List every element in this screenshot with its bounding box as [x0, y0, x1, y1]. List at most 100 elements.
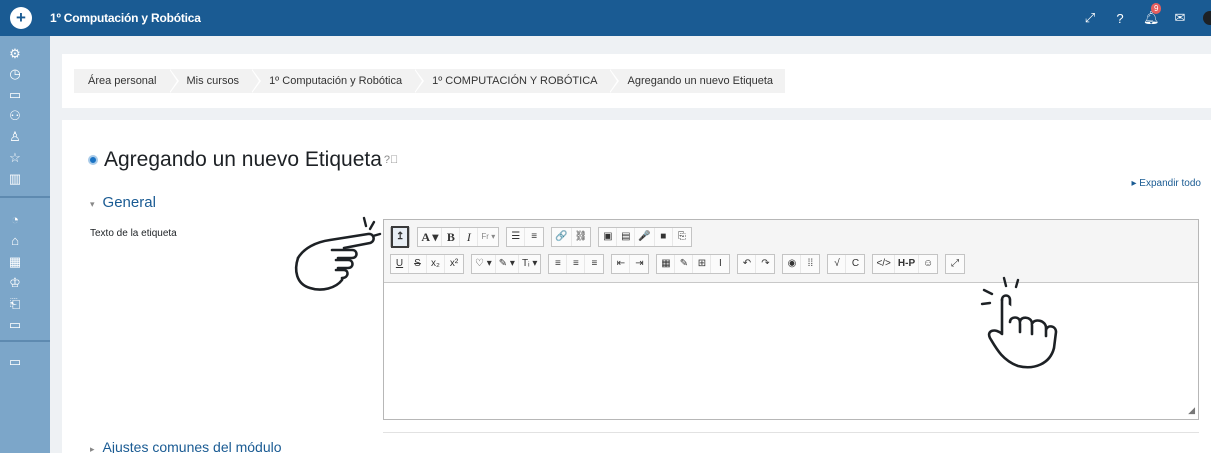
toolbar-group: ↶ ↷: [737, 254, 776, 274]
help-icon[interactable]: ?⃝: [384, 154, 398, 166]
unlink-button[interactable]: ⛓: [572, 228, 591, 246]
toolbar-group: ☰ ≡: [506, 227, 545, 247]
sidebar-folder2-icon[interactable]: ▭: [0, 315, 40, 335]
toolbar-group: ≡ ≡ ≡: [548, 254, 605, 274]
expand-all-link[interactable]: ▸ Expandir todo: [1131, 178, 1201, 189]
bold-button[interactable]: B: [442, 228, 461, 246]
font-family-button[interactable]: Fr ▾: [478, 228, 498, 246]
clear-formatting-button[interactable]: I: [711, 255, 729, 273]
section-divider: [383, 432, 1199, 433]
sidebar-users-icon[interactable]: ⚇: [0, 106, 40, 126]
breadcrumb: Área personal Mis cursos 1º Computación …: [74, 69, 786, 93]
equation-button[interactable]: ▦: [657, 255, 676, 273]
link-button[interactable]: 🔗: [552, 228, 572, 246]
record-video-button[interactable]: ■: [655, 228, 673, 246]
sidebar-star-icon[interactable]: ☆: [0, 148, 40, 168]
sidebar-files-icon[interactable]: ⎗: [0, 294, 40, 314]
show-more-buttons-button[interactable]: ↥: [391, 226, 410, 248]
add-icon[interactable]: +: [10, 7, 32, 29]
toolbar-group: A ▾ B I Fr ▾: [417, 227, 500, 247]
atto-editor: ↥ A ▾ B I Fr ▾ ☰ ≡ 🔗 ⛓ ▣ ▤ 🎤 ■ ⎘ U S x₂ …: [383, 219, 1199, 420]
toolbar-row-1: ↥ A ▾ B I Fr ▾ ☰ ≡ 🔗 ⛓ ▣ ▤ 🎤 ■ ⎘: [390, 226, 699, 248]
math-button[interactable]: √: [828, 255, 847, 273]
background-color-button[interactable]: ♡ ▾: [472, 255, 496, 273]
toolbar-group: ▣ ▤ 🎤 ■ ⎘: [598, 227, 692, 247]
align-center-button[interactable]: ≡: [567, 255, 586, 273]
toolbar-group: 🔗 ⛓: [551, 227, 592, 247]
sidebar-separator: [0, 196, 50, 198]
toolbar-group: ⤢: [945, 254, 966, 274]
field-label: Texto de la etiqueta: [90, 228, 177, 239]
sidebar-badge-icon[interactable]: ♙: [0, 127, 40, 147]
expand-icon[interactable]: ⤢: [1083, 10, 1097, 26]
sidebar-clock-icon[interactable]: ◷: [0, 64, 40, 84]
accessibility-checker-button[interactable]: ◉: [783, 255, 802, 273]
italic-button[interactable]: I: [460, 228, 479, 246]
toolbar-group: ◉ ⁞⁞: [782, 254, 821, 274]
breadcrumb-item[interactable]: Área personal: [74, 69, 178, 93]
section-common-toggle[interactable]: ▸ Ajustes comunes del módulo: [90, 439, 282, 453]
underline-button[interactable]: U: [391, 255, 409, 273]
help-icon[interactable]: ?: [1113, 11, 1127, 26]
sidebar-folder-icon[interactable]: ▭: [0, 85, 40, 105]
record-audio-button[interactable]: 🎤: [635, 228, 655, 246]
top-icons: ⤢ ? 🔔︎ 9 ✉: [1083, 0, 1211, 36]
sidebar-calendar-icon[interactable]: ▦: [0, 252, 40, 272]
table-button[interactable]: ⊞: [693, 255, 712, 273]
sidebar-dashboard-icon[interactable]: ◔: [0, 210, 40, 230]
screenreader-helper-button[interactable]: ⁞⁞: [801, 255, 819, 273]
toolbar-group: </> H-P ☺: [872, 254, 939, 274]
strikethrough-button[interactable]: S: [409, 255, 427, 273]
envelope-icon[interactable]: ✉: [1173, 10, 1187, 26]
redo-button[interactable]: ↷: [756, 255, 774, 273]
expand-all-label: Expandir todo: [1139, 178, 1201, 189]
toolbar-group: U S x₂ x²: [390, 254, 464, 274]
manage-files-button[interactable]: ⎘: [673, 228, 691, 246]
section-general-label: General: [102, 194, 156, 211]
toolbar-group: √ C: [827, 254, 866, 274]
image-button[interactable]: ▣: [599, 228, 618, 246]
editor-toolbar: ↥ A ▾ B I Fr ▾ ☰ ≡ 🔗 ⛓ ▣ ▤ 🎤 ■ ⎘ U S x₂ …: [384, 220, 1198, 283]
resize-handle-icon[interactable]: ◢: [1188, 405, 1195, 416]
sidebar-home-icon[interactable]: ⌂: [0, 231, 40, 251]
chemistry-button[interactable]: C: [846, 255, 864, 273]
undo-button[interactable]: ↶: [738, 255, 757, 273]
font-size-button[interactable]: Tᵢ ▾: [519, 255, 540, 273]
indent-button[interactable]: ⇥: [630, 255, 648, 273]
html-source-button[interactable]: </>: [873, 255, 895, 273]
section-general-toggle[interactable]: ▾ General: [90, 194, 156, 211]
ordered-list-button[interactable]: ≡: [525, 228, 543, 246]
breadcrumb-item[interactable]: Mis cursos: [168, 69, 261, 93]
subscript-button[interactable]: x₂: [427, 255, 445, 273]
edit-button[interactable]: ✎: [675, 255, 694, 273]
breadcrumb-item-current: Agregando un nuevo Etiqueta: [609, 69, 786, 93]
toolbar-group: ♡ ▾ ✎ ▾ Tᵢ ▾: [471, 254, 542, 274]
media-button[interactable]: ▤: [617, 228, 636, 246]
emoji-button[interactable]: ☺: [919, 255, 937, 273]
breadcrumb-item[interactable]: 1º COMPUTACIÓN Y ROBÓTICA: [414, 69, 620, 93]
page-title-text: Agregando un nuevo Etiqueta: [104, 148, 382, 171]
superscript-button[interactable]: x²: [445, 255, 463, 273]
bell-icon[interactable]: 🔔︎ 9: [1143, 3, 1162, 26]
sidebar-graduation-icon[interactable]: ♔: [0, 273, 40, 293]
breadcrumb-item[interactable]: 1º Computación y Robótica: [251, 69, 425, 93]
sidebar-gear-icon[interactable]: ⚙: [0, 44, 40, 64]
outdent-button[interactable]: ⇤: [612, 255, 631, 273]
editor-content-area[interactable]: [384, 283, 1198, 419]
text-color-button[interactable]: ✎ ▾: [496, 255, 519, 273]
avatar[interactable]: [1203, 11, 1211, 25]
fullscreen-button[interactable]: ⤢: [946, 255, 964, 273]
sidebar-separator: [0, 340, 50, 342]
align-left-button[interactable]: ≡: [549, 255, 568, 273]
page-title: Agregando un nuevo Etiqueta ?⃝: [88, 148, 398, 172]
sidebar-folder3-icon[interactable]: ▭: [0, 352, 40, 372]
align-right-button[interactable]: ≡: [585, 255, 603, 273]
h5p-button[interactable]: H-P: [895, 255, 920, 273]
pointing-hand-icon: [294, 216, 382, 291]
course-title-link[interactable]: 1º Computación y Robótica: [50, 11, 201, 25]
unordered-list-button[interactable]: ☰: [507, 228, 526, 246]
sidebar-book-icon[interactable]: ▥: [0, 169, 40, 189]
caret-right-icon: ▸: [90, 444, 95, 453]
font-color-button[interactable]: A ▾: [418, 228, 443, 246]
toolbar-group: ⇤ ⇥: [611, 254, 650, 274]
